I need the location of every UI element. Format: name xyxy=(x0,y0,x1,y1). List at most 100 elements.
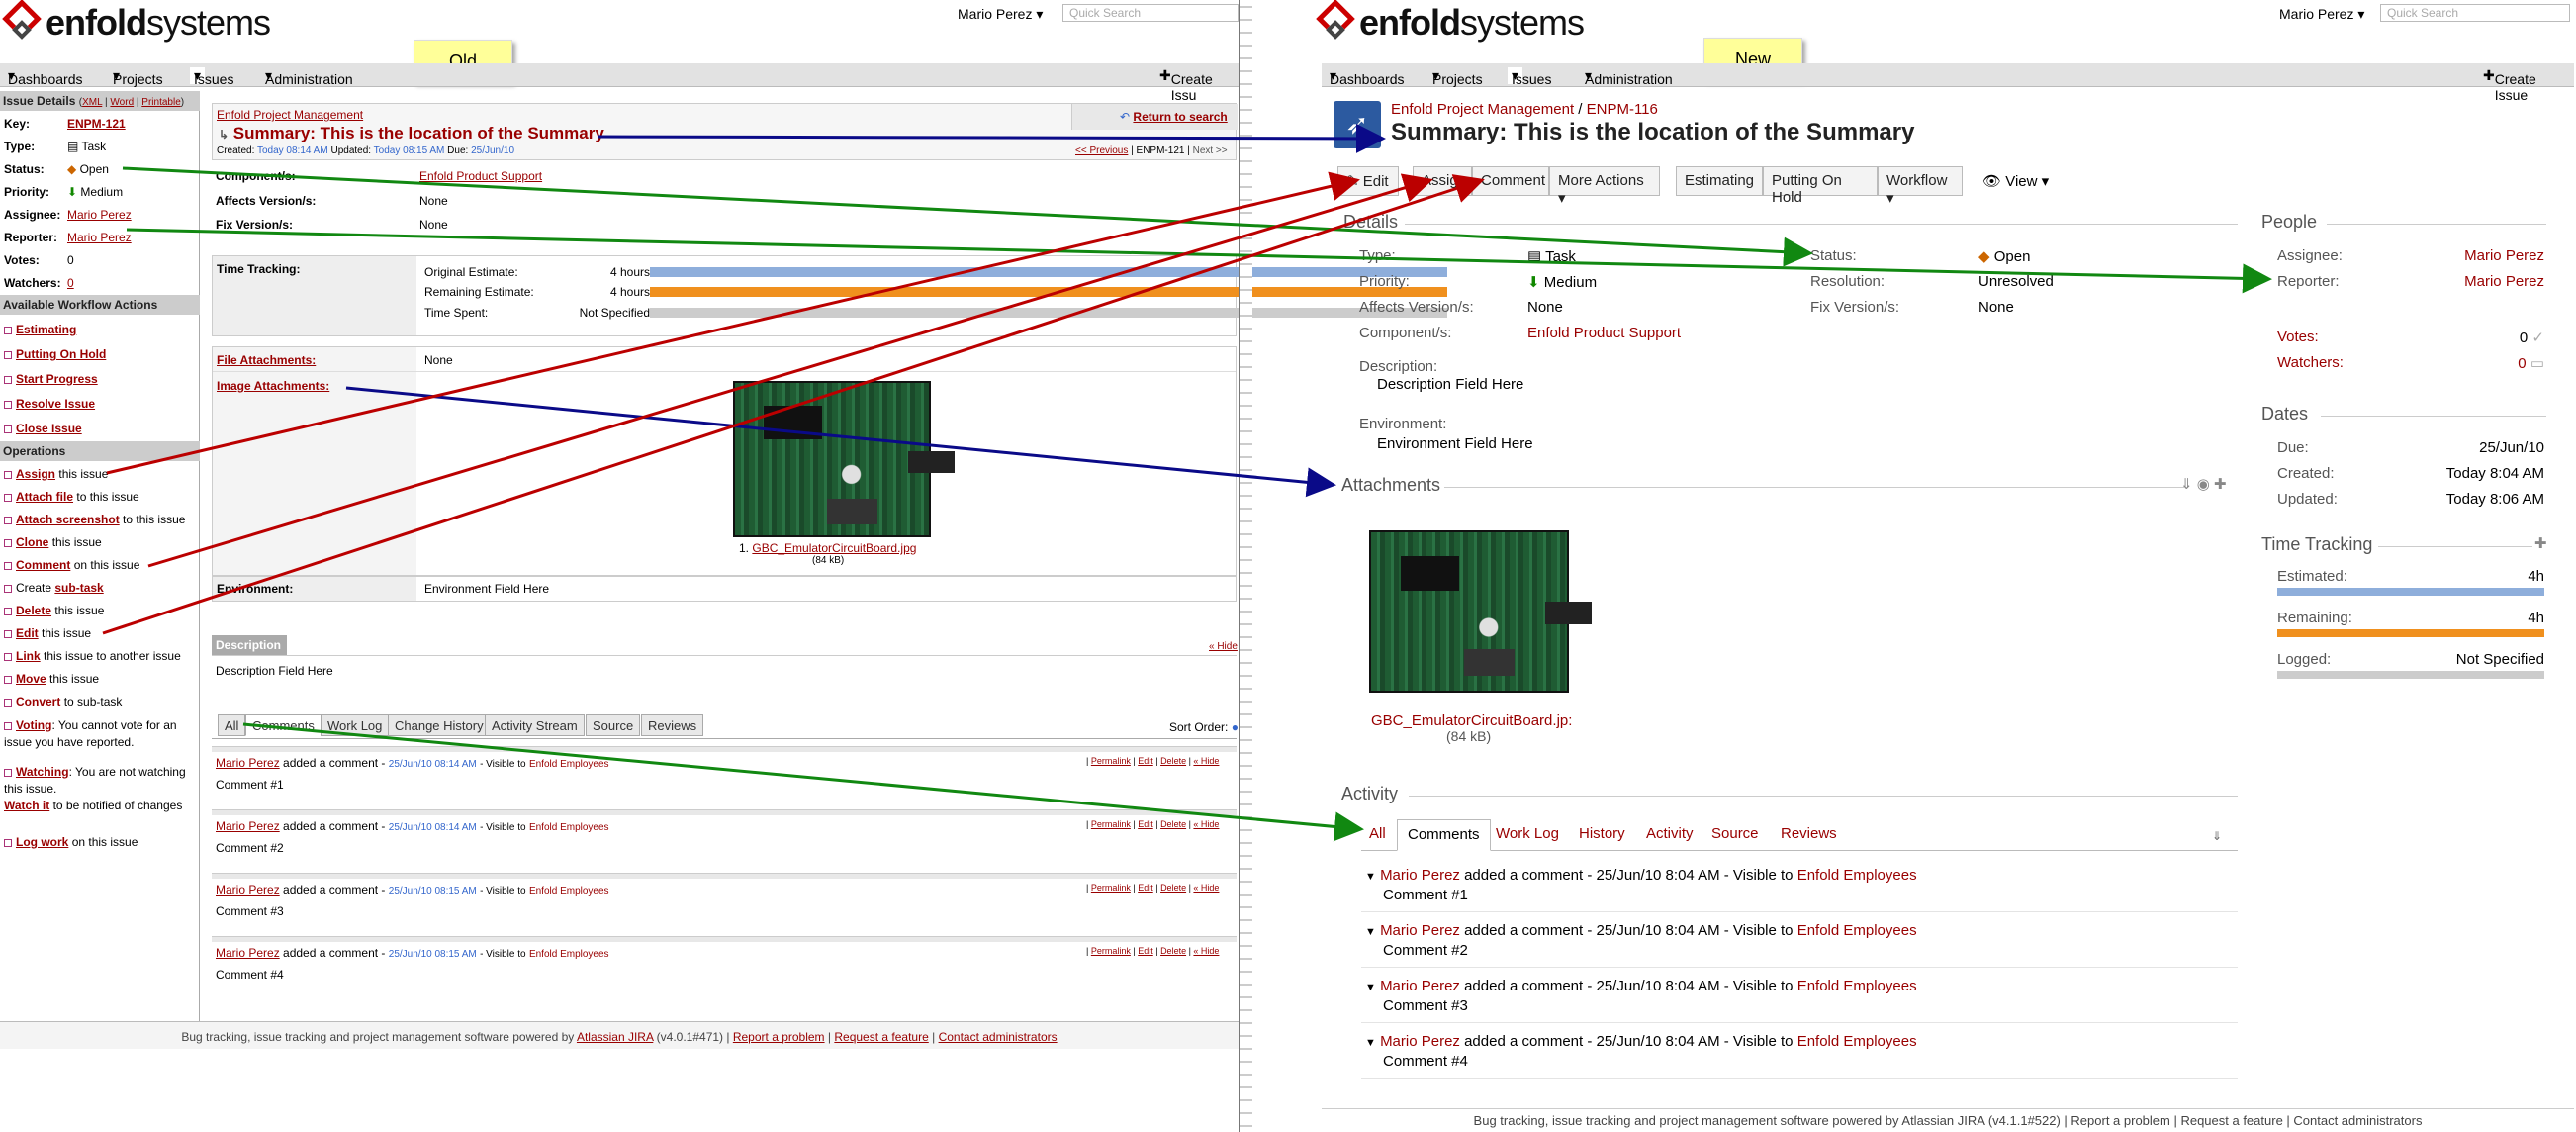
workflow-putting-on-hold[interactable]: Putting On Hold xyxy=(4,347,106,361)
tab-history-new[interactable]: History xyxy=(1579,825,1625,842)
permalink-link[interactable]: Permalink xyxy=(1091,883,1131,893)
image-file-link[interactable]: GBC_EmulatorCircuitBoard.jpg xyxy=(752,541,916,555)
hide-comment-link[interactable]: « Hide xyxy=(1193,883,1219,893)
tab-work-log-new[interactable]: Work Log xyxy=(1496,825,1559,842)
hide-comment-link[interactable]: « Hide xyxy=(1193,756,1219,766)
op-convert[interactable]: Convert to sub-task xyxy=(4,695,122,708)
permalink-link[interactable]: Permalink xyxy=(1091,819,1131,829)
component-link[interactable]: Enfold Product Support xyxy=(1527,325,1681,341)
watchers-link[interactable]: 0 xyxy=(67,276,74,290)
voting-link[interactable]: Voting xyxy=(16,718,51,732)
watch-icon[interactable]: ▭ xyxy=(2530,355,2544,372)
delete-comment-link[interactable]: Delete xyxy=(1160,946,1186,956)
add-icon[interactable]: ✚ xyxy=(2534,534,2547,552)
op-log-work[interactable]: Log work on this issue xyxy=(4,835,138,849)
tab-all-new[interactable]: All xyxy=(1369,825,1386,842)
project-link[interactable]: Enfold Project Management xyxy=(1391,101,1574,118)
project-avatar-icon[interactable]: ➶ xyxy=(1334,101,1381,148)
nav-dashboards[interactable]: Dashboards ▾ xyxy=(8,67,83,87)
edit-button[interactable]: ✎ Edit xyxy=(1337,166,1399,196)
comment-author-link[interactable]: Mario Perez xyxy=(1380,867,1460,884)
user-menu[interactable]: Mario Perez ▾ xyxy=(958,6,1043,23)
comment-author-link[interactable]: Mario Perez xyxy=(216,883,280,896)
collapse-icon[interactable]: ▼ xyxy=(1365,1037,1376,1049)
collapse-icon[interactable]: ▼ xyxy=(1365,926,1376,938)
permalink-link[interactable]: Permalink xyxy=(1091,946,1131,956)
previous-link[interactable]: << Previous xyxy=(1075,145,1128,156)
view-menu[interactable]: 👁 View ▾ xyxy=(1982,172,2049,190)
contact-admins-link[interactable]: Contact administrators xyxy=(939,1030,1058,1044)
report-problem-link[interactable]: Report a problem xyxy=(733,1030,825,1044)
component-link[interactable]: Enfold Product Support xyxy=(419,169,542,183)
image-file-link[interactable]: GBC_EmulatorCircuitBoard.jp: xyxy=(1371,712,1572,729)
nav-issues[interactable]: Issues ▾ xyxy=(190,67,233,87)
circuit-board-thumbnail-new[interactable] xyxy=(1369,530,1569,693)
delete-comment-link[interactable]: Delete xyxy=(1160,883,1186,893)
workflow-estimating[interactable]: Estimating xyxy=(4,323,76,336)
tab-activity-stream-old[interactable]: Activity Stream xyxy=(485,714,585,736)
atlassian-jira-link[interactable]: Atlassian JIRA xyxy=(577,1030,653,1044)
op-attach-screenshot[interactable]: Attach screenshot to this issue xyxy=(4,513,185,526)
comment-author-link[interactable]: Mario Perez xyxy=(1380,978,1460,994)
op-attach-file[interactable]: Attach file to this issue xyxy=(4,490,139,504)
project-link[interactable]: Enfold Project Management xyxy=(217,108,363,122)
eye-icon[interactable]: ◉ xyxy=(2197,476,2210,493)
workflow-button[interactable]: Workflow ▾ xyxy=(1878,166,1963,207)
tab-change-history-old[interactable]: Change History xyxy=(388,714,491,736)
assignee-link[interactable]: Mario Perez xyxy=(67,208,132,222)
more-actions-button[interactable]: More Actions ▾ xyxy=(1549,166,1660,207)
votes-link[interactable]: Votes: xyxy=(2277,329,2319,345)
tab-reviews-old[interactable]: Reviews xyxy=(641,714,704,736)
return-to-search[interactable]: ↶ Return to search xyxy=(1071,104,1238,130)
hide-comment-link[interactable]: « Hide xyxy=(1193,946,1219,956)
comment-author-link[interactable]: Mario Perez xyxy=(1380,1033,1460,1050)
collapse-icon[interactable]: ▼ xyxy=(1365,871,1376,883)
xml-link[interactable]: XML xyxy=(82,97,102,108)
hide-comment-link[interactable]: « Hide xyxy=(1193,819,1219,829)
edit-comment-link[interactable]: Edit xyxy=(1138,819,1153,829)
add-icon[interactable]: ✚ xyxy=(2214,476,2227,493)
edit-comment-link[interactable]: Edit xyxy=(1138,756,1153,766)
tab-activity-new[interactable]: Activity xyxy=(1646,825,1694,842)
reporter-link[interactable]: Mario Perez xyxy=(67,231,132,244)
assign-button[interactable]: Assign xyxy=(1413,166,1472,196)
word-link[interactable]: Word xyxy=(110,97,134,108)
comment-button[interactable]: Comment xyxy=(1472,166,1549,196)
comment-author-link[interactable]: Mario Perez xyxy=(216,946,280,960)
tab-comments-new[interactable]: Comments xyxy=(1397,819,1491,851)
nav-issues[interactable]: Issues ▾ xyxy=(1508,67,1551,87)
tab-source-old[interactable]: Source xyxy=(586,714,641,736)
quick-search-input[interactable]: Quick Search xyxy=(1062,4,1239,22)
issue-key-link[interactable]: ENPM-116 xyxy=(1587,101,1658,118)
delete-comment-link[interactable]: Delete xyxy=(1160,756,1186,766)
tab-comments-old[interactable]: Comments xyxy=(245,714,322,736)
watch-it-link[interactable]: Watch it xyxy=(4,799,49,812)
printable-link[interactable]: Printable xyxy=(141,97,180,108)
image-attachments-link[interactable]: Image Attachments: xyxy=(217,379,329,393)
assignee-link[interactable]: Mario Perez xyxy=(2394,247,2544,264)
sort-icon[interactable]: ⇓ xyxy=(2212,829,2222,843)
comment-author-link[interactable]: Mario Perez xyxy=(216,819,280,833)
op-clone[interactable]: Clone this issue xyxy=(4,535,102,549)
nav-projects[interactable]: Projects ▾ xyxy=(1432,67,1483,87)
collapse-icon[interactable]: ▼ xyxy=(1365,982,1376,993)
workflow-close-issue[interactable]: Close Issue xyxy=(4,422,82,435)
tab-reviews-new[interactable]: Reviews xyxy=(1781,825,1837,842)
nav-dashboards[interactable]: Dashboards ▾ xyxy=(1330,67,1405,87)
circuit-board-thumbnail-old[interactable] xyxy=(733,381,931,537)
quick-search-input-new[interactable]: Quick Search xyxy=(2380,4,2570,22)
watching-link[interactable]: Watching xyxy=(16,765,69,779)
workflow-resolve-issue[interactable]: Resolve Issue xyxy=(4,397,95,411)
comment-author-link[interactable]: Mario Perez xyxy=(216,756,280,770)
user-menu-new[interactable]: Mario Perez ▾ xyxy=(2279,6,2364,23)
create-issue-button[interactable]: ✚ Create Issue xyxy=(2483,67,2536,103)
tab-source-new[interactable]: Source xyxy=(1711,825,1759,842)
file-attachments-link[interactable]: File Attachments: xyxy=(217,353,316,367)
request-feature-link[interactable]: Request a feature xyxy=(834,1030,928,1044)
next-link[interactable]: Next >> xyxy=(1193,145,1228,156)
op-create-subtask[interactable]: Create sub-task xyxy=(4,581,104,595)
enfold-logo-new[interactable]: enfoldsystems xyxy=(1316,0,1585,44)
nav-projects[interactable]: Projects ▾ xyxy=(113,67,163,87)
nav-administration[interactable]: Administration ▾ xyxy=(265,67,353,87)
watchers-link[interactable]: Watchers: xyxy=(2277,354,2344,371)
